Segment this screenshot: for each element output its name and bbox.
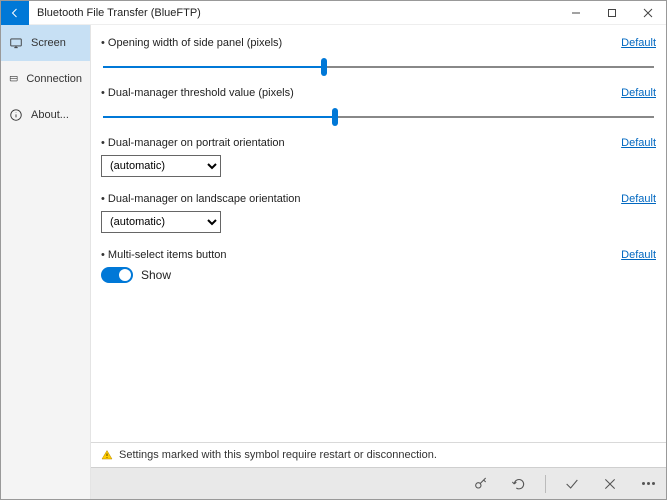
dual-portrait-select[interactable]: (automatic) bbox=[101, 155, 221, 177]
monitor-icon bbox=[9, 36, 23, 50]
minimize-button[interactable] bbox=[558, 1, 594, 25]
setting-label: Multi-select items button bbox=[101, 249, 613, 261]
close-button[interactable] bbox=[630, 1, 666, 25]
notice-text: Settings marked with this symbol require… bbox=[119, 449, 437, 461]
setting-label: Dual-manager on portrait orientation bbox=[101, 137, 613, 149]
edit-button[interactable] bbox=[469, 472, 493, 496]
sidebar-item-label: About... bbox=[31, 109, 69, 121]
body: Screen Connection About... Opening width… bbox=[1, 25, 666, 499]
setting-multiselect: Multi-select items button Default Show bbox=[101, 249, 656, 283]
opening-width-slider[interactable] bbox=[103, 66, 654, 68]
back-button[interactable] bbox=[1, 1, 29, 25]
apply-button[interactable] bbox=[560, 472, 584, 496]
default-link[interactable]: Default bbox=[621, 193, 656, 205]
default-link[interactable]: Default bbox=[621, 87, 656, 99]
setting-dual-portrait: Dual-manager on portrait orientation Def… bbox=[101, 137, 656, 177]
app-window: Bluetooth File Transfer (BlueFTP) Screen… bbox=[0, 0, 667, 500]
dual-threshold-slider[interactable] bbox=[103, 116, 654, 118]
minimize-icon bbox=[571, 8, 581, 18]
maximize-button[interactable] bbox=[594, 1, 630, 25]
info-icon bbox=[9, 108, 23, 122]
setting-dual-threshold: Dual-manager threshold value (pixels) De… bbox=[101, 87, 656, 121]
warning-icon bbox=[101, 449, 113, 461]
setting-label: Dual-manager on landscape orientation bbox=[101, 193, 613, 205]
sidebar-item-label: Screen bbox=[31, 37, 66, 49]
setting-label: Dual-manager threshold value (pixels) bbox=[101, 87, 613, 99]
more-icon bbox=[642, 482, 655, 485]
sidebar-item-about[interactable]: About... bbox=[1, 97, 90, 133]
key-icon bbox=[473, 476, 489, 492]
setting-opening-width: Opening width of side panel (pixels) Def… bbox=[101, 37, 656, 71]
toggle-state-label: Show bbox=[141, 268, 171, 282]
separator bbox=[545, 475, 546, 493]
sidebar-item-screen[interactable]: Screen bbox=[1, 25, 90, 61]
setting-dual-landscape: Dual-manager on landscape orientation De… bbox=[101, 193, 656, 233]
dual-landscape-select[interactable]: (automatic) bbox=[101, 211, 221, 233]
content-area: Opening width of side panel (pixels) Def… bbox=[91, 25, 666, 499]
setting-label: Opening width of side panel (pixels) bbox=[101, 37, 613, 49]
undo-icon bbox=[511, 476, 527, 492]
maximize-icon bbox=[607, 8, 617, 18]
more-button[interactable] bbox=[636, 472, 660, 496]
x-icon bbox=[602, 476, 618, 492]
footer-toolbar bbox=[91, 467, 666, 499]
cancel-button[interactable] bbox=[598, 472, 622, 496]
undo-button[interactable] bbox=[507, 472, 531, 496]
default-link[interactable]: Default bbox=[621, 137, 656, 149]
multiselect-toggle[interactable] bbox=[101, 267, 133, 283]
arrow-left-icon bbox=[9, 7, 21, 19]
settings-panel: Opening width of side panel (pixels) Def… bbox=[91, 25, 666, 442]
notice-bar: Settings marked with this symbol require… bbox=[91, 442, 666, 467]
default-link[interactable]: Default bbox=[621, 37, 656, 49]
sidebar: Screen Connection About... bbox=[1, 25, 91, 499]
sidebar-item-label: Connection bbox=[26, 73, 82, 85]
titlebar: Bluetooth File Transfer (BlueFTP) bbox=[1, 1, 666, 25]
window-title: Bluetooth File Transfer (BlueFTP) bbox=[37, 7, 558, 19]
connection-icon bbox=[9, 72, 18, 86]
sidebar-item-connection[interactable]: Connection bbox=[1, 61, 90, 97]
close-icon bbox=[643, 8, 653, 18]
default-link[interactable]: Default bbox=[621, 249, 656, 261]
check-icon bbox=[564, 476, 580, 492]
